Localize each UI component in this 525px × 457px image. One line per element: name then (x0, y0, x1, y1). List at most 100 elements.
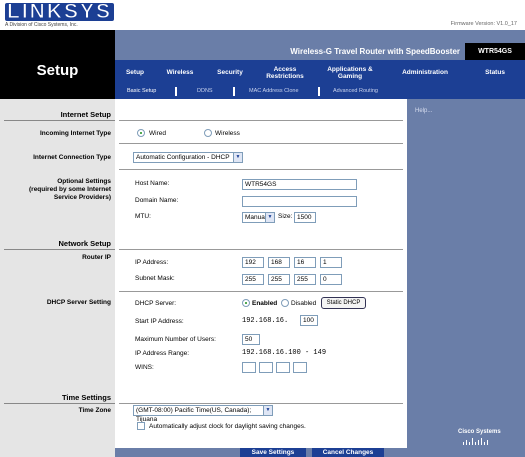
dhcp-enabled-label: Enabled (252, 300, 278, 307)
time-zone-select[interactable]: (GMT-08:00) Pacific Time(US, Canada); Ti… (133, 405, 273, 423)
dhcp-disabled-label: Disabled (291, 300, 317, 307)
section-divider (119, 169, 403, 170)
ip-octet-1[interactable]: 192 (242, 257, 264, 268)
wins-octet-4[interactable] (293, 362, 307, 373)
header: LINKSYS A Division of Cisco Systems, Inc… (0, 0, 525, 30)
subnav-divider (233, 87, 235, 96)
section-divider (119, 403, 403, 404)
wins-octet-1[interactable] (242, 362, 256, 373)
tab-status[interactable]: Status (465, 60, 525, 85)
subtab-advanced-routing[interactable]: Advanced Routing (333, 88, 378, 94)
mtu-size-input[interactable]: 1500 (294, 212, 316, 223)
subtab-ddns[interactable]: DDNS (197, 88, 213, 94)
save-settings-button[interactable]: Save Settings (240, 448, 306, 457)
tab-administration[interactable]: Administration (385, 60, 465, 85)
wins-label: WINS: (135, 364, 154, 371)
top-strip (115, 30, 525, 43)
section-network-setup: Network Setup (58, 239, 111, 248)
main-nav: Setup Wireless Security Access Restricti… (115, 60, 525, 85)
domain-name-input[interactable] (242, 196, 357, 207)
main-content: Wired Wireless Automatic Configuration -… (115, 99, 407, 457)
ip-range-label: IP Address Range: (135, 350, 190, 357)
cisco-logo-icon (463, 438, 488, 445)
logo-tagline: A Division of Cisco Systems, Inc. (5, 22, 78, 28)
linksys-logo: LINKSYS (5, 0, 115, 23)
tab-wireless[interactable]: Wireless (155, 60, 205, 85)
cisco-logo-text: Cisco Systems (458, 429, 501, 435)
wired-label: Wired (149, 130, 166, 137)
subnav-divider (318, 87, 320, 96)
wireless-label: Wireless (215, 130, 240, 137)
chevron-down-icon: ▼ (233, 153, 242, 162)
host-name-input[interactable]: WTR54GS (242, 179, 357, 190)
product-row: Wireless-G Travel Router with SpeedBoost… (115, 43, 525, 60)
mask-octet-2[interactable]: 255 (268, 274, 290, 285)
ip-address-label: IP Address: (135, 259, 169, 266)
page-title: Setup (0, 30, 115, 99)
chevron-down-icon: ▼ (263, 406, 272, 415)
start-ip-input[interactable]: 100 (300, 315, 318, 326)
wins-octet-3[interactable] (276, 362, 290, 373)
product-name: Wireless-G Travel Router with SpeedBoost… (290, 47, 460, 56)
time-zone-value: (GMT-08:00) Pacific Time(US, Canada); Ti… (136, 407, 252, 423)
dhcp-enabled-radio[interactable] (242, 299, 250, 307)
max-users-label: Maximum Number of Users: (135, 336, 216, 343)
static-dhcp-button[interactable]: Static DHCP (321, 297, 366, 309)
help-link[interactable]: Help... (415, 108, 432, 114)
section-divider (119, 120, 403, 121)
mask-octet-3[interactable]: 255 (294, 274, 316, 285)
max-users-input[interactable]: 50 (242, 334, 260, 345)
dhcp-server-label: DHCP Server: (135, 300, 177, 307)
label-incoming-type: Incoming Internet Type (39, 130, 111, 137)
mask-octet-1[interactable]: 255 (242, 274, 264, 285)
connection-type-select[interactable]: Automatic Configuration - DHCP ▼ (133, 152, 243, 163)
mask-octet-4[interactable]: 0 (320, 274, 342, 285)
wireless-radio[interactable] (204, 129, 212, 137)
subtab-mac-clone[interactable]: MAC Address Clone (249, 88, 299, 94)
domain-name-label: Domain Name: (135, 197, 179, 204)
dhcp-disabled-radio[interactable] (281, 299, 289, 307)
tab-security[interactable]: Security (205, 60, 255, 85)
cancel-changes-button[interactable]: Cancel Changes (312, 448, 384, 457)
mtu-mode-select[interactable]: Manual ▼ (242, 212, 275, 223)
section-divider (119, 143, 403, 144)
ip-range-value: 192.168.16.100 - 149 (242, 349, 327, 357)
label-dhcp: DHCP Server Setting (46, 299, 111, 306)
label-optional-3: Service Providers) (53, 194, 111, 201)
start-ip-prefix: 192.168.16. (242, 317, 289, 325)
tab-applications-gaming[interactable]: Applications & Gaming (315, 60, 385, 85)
wins-octet-2[interactable] (259, 362, 273, 373)
connection-type-value: Automatic Configuration - DHCP (136, 154, 230, 161)
subnav-divider (175, 87, 177, 96)
ip-octet-2[interactable]: 168 (268, 257, 290, 268)
sub-nav: Basic Setup DDNS MAC Address Clone Advan… (115, 85, 525, 99)
subnet-mask-label: Subnet Mask: (135, 275, 175, 282)
dst-checkbox[interactable] (137, 422, 145, 430)
wired-radio[interactable] (137, 129, 145, 137)
host-name-label: Host Name: (135, 180, 170, 187)
section-divider (119, 291, 403, 292)
ip-octet-3[interactable]: 16 (294, 257, 316, 268)
section-divider (119, 249, 403, 250)
section-time-settings: Time Settings (61, 393, 111, 402)
mtu-mode-value: Manual (245, 214, 267, 221)
chevron-down-icon: ▼ (265, 213, 274, 222)
subtab-basic-setup[interactable]: Basic Setup (127, 88, 156, 94)
tab-setup[interactable]: Setup (115, 60, 155, 85)
model-badge: WTR54GS (465, 43, 525, 60)
help-panel: Help... (407, 99, 525, 457)
mtu-size-label: Size: (278, 213, 293, 220)
tab-access-restrictions[interactable]: Access Restrictions (255, 60, 315, 85)
label-conn-type: Internet Connection Type (33, 154, 111, 161)
firmware-version: Firmware Version: V1.0_17 (450, 21, 517, 27)
label-router-ip: Router IP (82, 254, 111, 261)
dst-label: Automatically adjust clock for daylight … (149, 423, 306, 430)
label-optional-2: (required by some Internet (29, 186, 111, 193)
label-optional: Optional Settings (57, 178, 111, 185)
ip-octet-4[interactable]: 1 (320, 257, 342, 268)
section-internet-setup: Internet Setup (60, 110, 111, 119)
section-divider (4, 120, 115, 121)
section-divider (4, 403, 115, 404)
mtu-label: MTU: (135, 213, 151, 220)
label-time-zone: Time Zone (78, 407, 111, 414)
